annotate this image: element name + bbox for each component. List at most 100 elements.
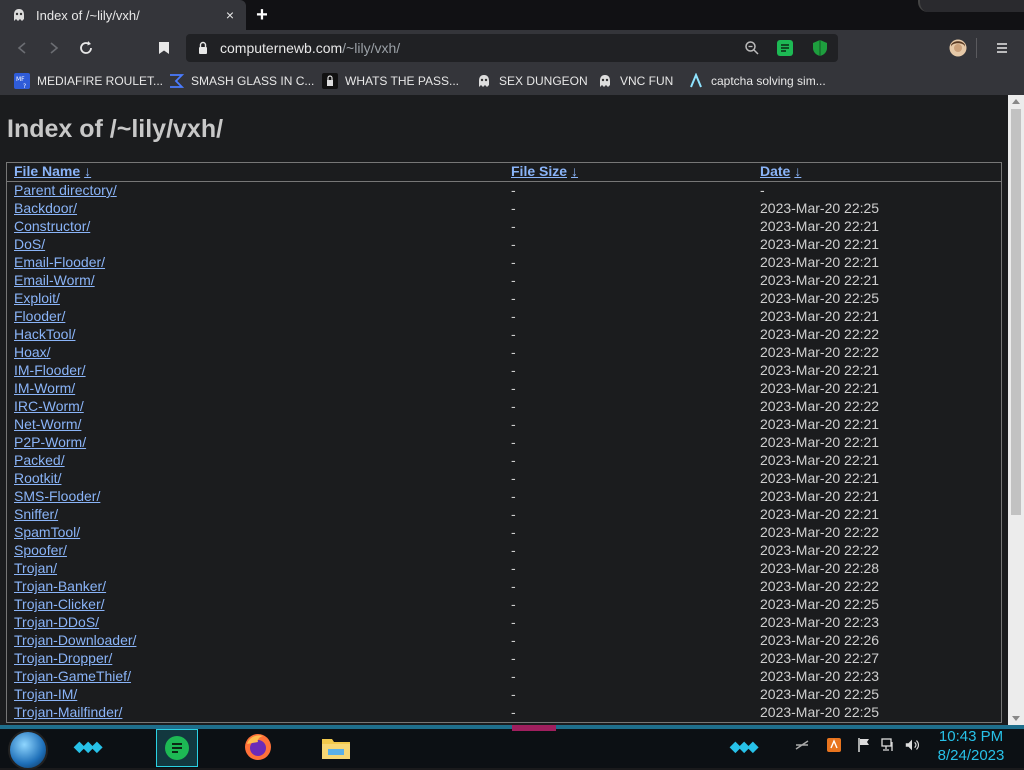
directory-link[interactable]: Email-Worm/ [14, 272, 95, 288]
file-listing-table: File Name ↓ File Size ↓ Date ↓ Parent direc… [6, 162, 1002, 723]
directory-link[interactable]: Trojan/ [14, 560, 57, 576]
table-row: DoS/ - 2023-Mar-20 22:21 [7, 236, 1001, 254]
table-row: Trojan-Clicker/ - 2023-Mar-20 22:25 [7, 596, 1001, 614]
date-cell: 2023-Mar-20 22:21 [760, 434, 880, 450]
directory-link[interactable]: Email-Flooder/ [14, 254, 105, 270]
file-size-cell: - [511, 182, 516, 198]
file-size-cell: - [511, 488, 516, 504]
file-size-cell: - [511, 614, 516, 630]
directory-link[interactable]: Net-Worm/ [14, 416, 81, 432]
sort-by-date-link[interactable]: Date ↓ [760, 163, 801, 179]
directory-link[interactable]: SMS-Flooder/ [14, 488, 100, 504]
directory-link[interactable]: IRC-Worm/ [14, 398, 84, 414]
directory-link[interactable]: Trojan-DDoS/ [14, 614, 99, 630]
zoom-icon[interactable] [744, 40, 760, 61]
directory-link[interactable]: SpamTool/ [14, 524, 80, 540]
shield-extension-icon[interactable] [812, 39, 828, 62]
bookmark-item[interactable]: SMASH GLASS IN C... [168, 66, 314, 95]
volume-icon[interactable] [904, 737, 920, 753]
directory-link[interactable]: IM-Flooder/ [14, 362, 86, 378]
file-size-cell: - [511, 290, 516, 306]
app-tray-icon[interactable] [826, 737, 842, 753]
directory-link[interactable]: Hoax/ [14, 344, 51, 360]
sort-by-name-link[interactable]: File Name ↓ [14, 163, 91, 179]
url-path: /~lily/vxh/ [342, 40, 401, 56]
file-size-cell: - [511, 506, 516, 522]
directory-link[interactable]: Exploit/ [14, 290, 60, 306]
bookmark-label: captcha solving sim... [711, 73, 826, 88]
start-button[interactable] [8, 730, 48, 770]
vertical-scrollbar[interactable] [1008, 95, 1024, 725]
directory-link[interactable]: Trojan-GameThief/ [14, 668, 131, 684]
date-cell: 2023-Mar-20 22:21 [760, 380, 880, 396]
directory-link[interactable]: Trojan-Downloader/ [14, 632, 136, 648]
directory-link[interactable]: Flooder/ [14, 308, 65, 324]
show-hidden-icons[interactable] [794, 737, 810, 753]
bookmark-item[interactable]: captcha solving sim... [688, 66, 826, 95]
avatar[interactable] [946, 36, 970, 60]
decorative-chevrons-icon: ◆◆◆ [74, 738, 102, 754]
directory-link[interactable]: Constructor/ [14, 218, 90, 234]
new-tab-button[interactable]: + [251, 5, 273, 25]
table-row: Trojan-Downloader/ - 2023-Mar-20 22:26 [7, 632, 1001, 650]
file-size-cell: - [511, 416, 516, 432]
tab-close-icon[interactable]: × [220, 7, 240, 23]
scroll-down-icon[interactable] [1012, 716, 1020, 721]
date-cell: 2023-Mar-20 22:27 [760, 650, 880, 666]
back-icon[interactable] [10, 36, 34, 60]
sort-by-size-link[interactable]: File Size ↓ [511, 163, 578, 179]
file-size-cell: - [511, 398, 516, 414]
directory-link[interactable]: Sniffer/ [14, 506, 58, 522]
file-size-cell: - [511, 236, 516, 252]
address-bar[interactable]: computernewb.com/~lily/vxh/ [186, 34, 838, 62]
directory-link[interactable]: Trojan-IM/ [14, 686, 77, 702]
menu-icon[interactable] [990, 36, 1014, 60]
system-clock[interactable]: 10:43 PM 8/24/2023 [936, 727, 1006, 765]
directory-link[interactable]: Packed/ [14, 452, 65, 468]
bookmark-label: SMASH GLASS IN C... [191, 73, 315, 88]
directory-link[interactable]: Trojan-Dropper/ [14, 650, 112, 666]
table-row: Rootkit/ - 2023-Mar-20 22:21 [7, 470, 1001, 488]
directory-link[interactable]: Rootkit/ [14, 470, 61, 486]
table-row: Trojan-Dropper/ - 2023-Mar-20 22:27 [7, 650, 1001, 668]
bookmark-item[interactable]: MF? MEDIAFIRE ROULET... [14, 66, 163, 95]
extension-notes-icon[interactable] [776, 39, 794, 62]
directory-link[interactable]: Trojan-Banker/ [14, 578, 106, 594]
table-row: Email-Worm/ - 2023-Mar-20 22:21 [7, 272, 1001, 290]
directory-link[interactable]: HackTool/ [14, 326, 75, 342]
directory-link[interactable]: Spoofer/ [14, 542, 67, 558]
forward-icon[interactable] [42, 36, 66, 60]
bookmark-icon[interactable] [152, 36, 176, 60]
reload-icon[interactable] [74, 36, 98, 60]
directory-link[interactable]: Trojan-Clicker/ [14, 596, 105, 612]
directory-link[interactable]: Parent directory/ [14, 182, 117, 198]
table-row: Packed/ - 2023-Mar-20 22:21 [7, 452, 1001, 470]
bookmark-item[interactable]: WHATS THE PASS... [322, 66, 459, 95]
table-row: Trojan-DDoS/ - 2023-Mar-20 22:23 [7, 614, 1001, 632]
file-size-cell: - [511, 344, 516, 360]
browser-tab[interactable]: Index of /~lily/vxh/ × [0, 0, 246, 30]
column-header-name: File Name [14, 163, 81, 179]
flag-icon[interactable] [856, 737, 872, 753]
directory-link[interactable]: Backdoor/ [14, 200, 77, 216]
lambda-icon [688, 72, 704, 89]
bookmark-label: SEX DUNGEON [499, 73, 588, 88]
scroll-up-icon[interactable] [1012, 99, 1020, 104]
site-info-icon[interactable] [196, 41, 210, 60]
directory-link[interactable]: IM-Worm/ [14, 380, 75, 396]
url-domain: computernewb.com [220, 40, 343, 56]
firefox-icon[interactable] [238, 729, 278, 765]
window-corner [918, 0, 1024, 12]
directory-link[interactable]: P2P-Worm/ [14, 434, 86, 450]
date-cell: 2023-Mar-20 22:28 [760, 560, 880, 576]
network-icon[interactable] [880, 737, 896, 753]
directory-link[interactable]: Trojan-Mailfinder/ [14, 704, 122, 720]
directory-link[interactable]: DoS/ [14, 236, 45, 252]
table-row: Backdoor/ - 2023-Mar-20 22:25 [7, 200, 1001, 218]
bookmark-item[interactable]: SEX DUNGEON [476, 66, 588, 95]
file-size-cell: - [511, 632, 516, 648]
notes-app-icon[interactable] [156, 729, 198, 767]
bookmark-item[interactable]: VNC FUN [597, 66, 673, 95]
file-explorer-icon[interactable] [316, 729, 356, 765]
scrollbar-thumb[interactable] [1011, 109, 1021, 515]
